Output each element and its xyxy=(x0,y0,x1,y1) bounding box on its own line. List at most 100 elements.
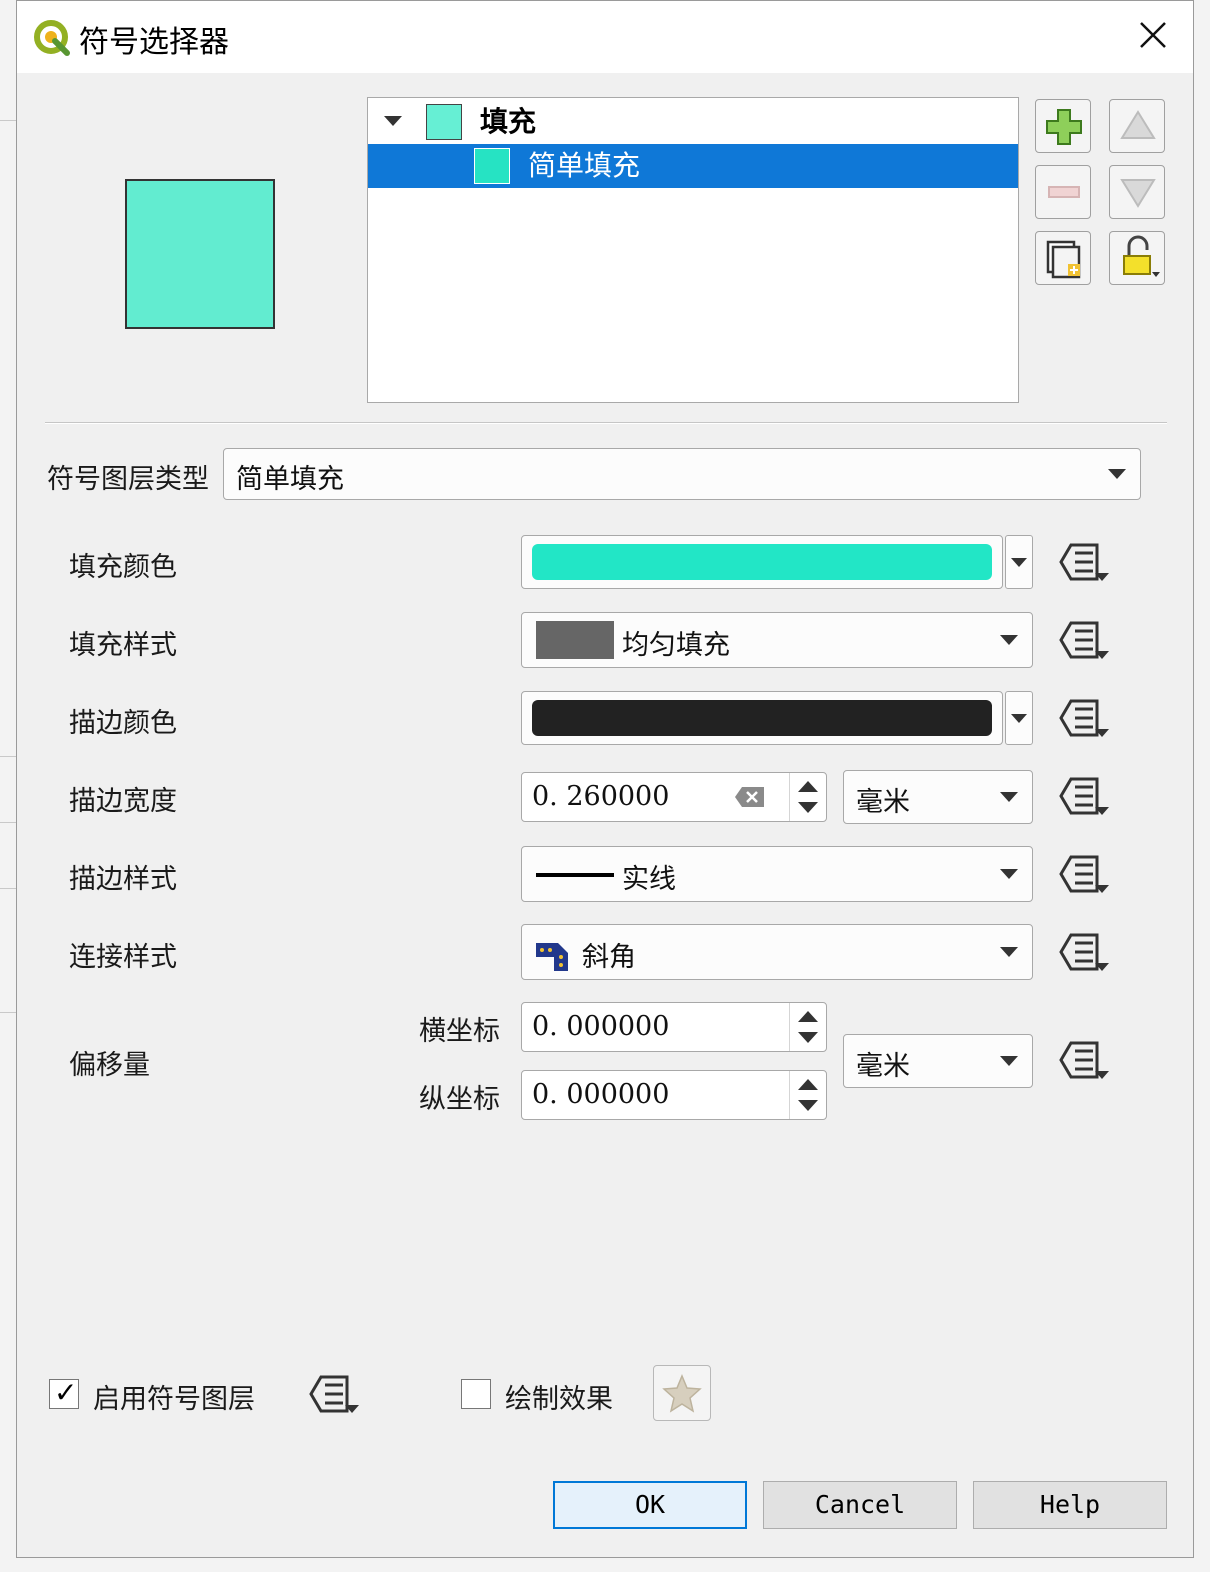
spin-up-icon[interactable] xyxy=(798,1011,818,1022)
offset-y-value: 0. 000000 xyxy=(532,1079,670,1110)
duplicate-layer-button[interactable] xyxy=(1035,231,1091,285)
fill-style-combo[interactable]: 均匀填充 xyxy=(521,612,1033,668)
bevel-join-icon xyxy=(536,943,568,971)
symbol-preview xyxy=(125,179,275,329)
layer-type-value: 简单填充 xyxy=(236,464,344,495)
stroke-width-unit: 毫米 xyxy=(856,787,910,818)
title-bar: 符号选择器 xyxy=(17,1,1193,73)
join-style-value: 斜角 xyxy=(582,942,636,973)
data-defined-override-icon[interactable] xyxy=(1051,771,1111,821)
join-style-combo[interactable]: 斜角 xyxy=(521,924,1033,980)
fill-color-swatch xyxy=(532,544,992,580)
offset-y-spinbox[interactable]: 0. 000000 xyxy=(521,1070,827,1120)
stroke-style-value: 实线 xyxy=(622,864,676,895)
background-divider xyxy=(0,120,16,121)
effects-button[interactable] xyxy=(653,1365,711,1421)
data-defined-override-icon[interactable] xyxy=(1051,693,1111,743)
solid-line-icon xyxy=(536,873,614,877)
stroke-color-label: 描边颜色 xyxy=(69,708,177,739)
remove-layer-button[interactable] xyxy=(1035,165,1091,219)
add-layer-button[interactable] xyxy=(1035,99,1091,153)
spin-down-icon[interactable] xyxy=(798,1032,818,1043)
offset-x-value: 0. 000000 xyxy=(532,1011,670,1042)
chevron-down-icon xyxy=(1000,869,1018,879)
stroke-style-label: 描边样式 xyxy=(69,864,177,895)
chevron-down-icon xyxy=(1000,1056,1018,1066)
help-button[interactable]: Help xyxy=(973,1481,1167,1529)
layer-type-combo[interactable]: 简单填充 xyxy=(223,448,1141,500)
stroke-width-label: 描边宽度 xyxy=(69,786,177,817)
move-up-button[interactable] xyxy=(1109,99,1165,153)
plus-icon xyxy=(1046,109,1082,145)
stroke-style-combo[interactable]: 实线 xyxy=(521,846,1033,902)
stroke-color-swatch xyxy=(532,700,992,736)
layer-type-label: 符号图层类型 xyxy=(47,464,209,495)
enable-layer-label: 启用符号图层 xyxy=(93,1384,255,1415)
offset-unit: 毫米 xyxy=(856,1051,910,1082)
fill-color-button[interactable] xyxy=(521,535,1003,589)
close-icon[interactable] xyxy=(1133,15,1173,55)
qgis-logo-icon xyxy=(34,20,70,56)
clear-icon[interactable] xyxy=(734,785,766,809)
lock-layer-button[interactable] xyxy=(1109,231,1165,285)
stroke-width-unit-combo[interactable]: 毫米 xyxy=(843,770,1033,824)
chevron-down-icon xyxy=(1000,792,1018,802)
offset-x-spinbox[interactable]: 0. 000000 xyxy=(521,1002,827,1052)
checkmark-icon: ✓ xyxy=(54,1376,78,1409)
symbol-layer-tree[interactable]: 填充 简单填充 xyxy=(367,97,1019,403)
chevron-down-icon xyxy=(1000,947,1018,957)
data-defined-override-icon[interactable] xyxy=(301,1369,361,1419)
move-down-button[interactable] xyxy=(1109,165,1165,219)
stroke-color-menu[interactable] xyxy=(1005,691,1033,745)
offset-label: 偏移量 xyxy=(69,1050,150,1081)
unlock-icon xyxy=(1123,235,1160,277)
fill-swatch xyxy=(426,104,462,140)
offset-unit-combo[interactable]: 毫米 xyxy=(843,1034,1033,1088)
offset-x-label: 横坐标 xyxy=(419,1016,500,1047)
window-title: 符号选择器 xyxy=(79,25,229,60)
stroke-width-spinbox[interactable]: 0. 260000 xyxy=(521,772,827,822)
minus-icon xyxy=(1048,186,1080,198)
fill-style-swatch xyxy=(536,621,614,659)
simple-fill-swatch xyxy=(474,148,510,184)
fill-style-value: 均匀填充 xyxy=(622,630,730,661)
data-defined-override-icon[interactable] xyxy=(1051,927,1111,977)
triangle-down-icon xyxy=(1120,179,1156,208)
spin-down-icon[interactable] xyxy=(798,802,818,813)
fill-color-label: 填充颜色 xyxy=(69,552,177,583)
tree-label-fill: 填充 xyxy=(480,105,537,138)
background-divider xyxy=(0,756,16,757)
fill-style-label: 填充样式 xyxy=(69,630,177,661)
spin-divider xyxy=(789,1003,790,1051)
cancel-button[interactable]: Cancel xyxy=(763,1481,957,1529)
stroke-width-value: 0. 260000 xyxy=(532,781,670,812)
expand-arrow-icon[interactable] xyxy=(382,110,404,132)
chevron-down-icon xyxy=(1000,635,1018,645)
join-style-label: 连接样式 xyxy=(69,942,177,973)
draw-effects-checkbox[interactable] xyxy=(461,1379,491,1409)
data-defined-override-icon[interactable] xyxy=(1051,615,1111,665)
chevron-down-icon xyxy=(1011,714,1027,723)
data-defined-override-icon[interactable] xyxy=(1051,1035,1111,1085)
duplicate-icon xyxy=(1046,240,1081,279)
data-defined-override-icon[interactable] xyxy=(1051,849,1111,899)
stroke-color-button[interactable] xyxy=(521,691,1003,745)
spin-divider xyxy=(789,1071,790,1119)
symbol-selector-dialog: 符号选择器 填充 简单填充 符号图层类型 简单填充 填充颜色 填充样式 均匀填充… xyxy=(16,0,1194,1558)
spin-down-icon[interactable] xyxy=(798,1100,818,1111)
tree-row-fill[interactable]: 填充 xyxy=(368,100,1018,144)
chevron-down-icon xyxy=(1011,558,1027,567)
spin-up-icon[interactable] xyxy=(798,781,818,792)
tree-label-simple-fill: 简单填充 xyxy=(528,149,641,182)
fill-color-menu[interactable] xyxy=(1005,535,1033,589)
section-separator xyxy=(45,422,1167,424)
spin-up-icon[interactable] xyxy=(798,1079,818,1090)
ok-button[interactable]: OK xyxy=(553,1481,747,1529)
data-defined-override-icon[interactable] xyxy=(1051,537,1111,587)
spin-divider xyxy=(789,773,790,821)
background-divider xyxy=(0,1012,16,1013)
tree-row-simple-fill[interactable]: 简单填充 xyxy=(368,144,1018,188)
enable-layer-checkbox[interactable]: ✓ xyxy=(49,1376,79,1409)
triangle-up-icon xyxy=(1120,110,1156,139)
star-icon xyxy=(662,1374,702,1413)
